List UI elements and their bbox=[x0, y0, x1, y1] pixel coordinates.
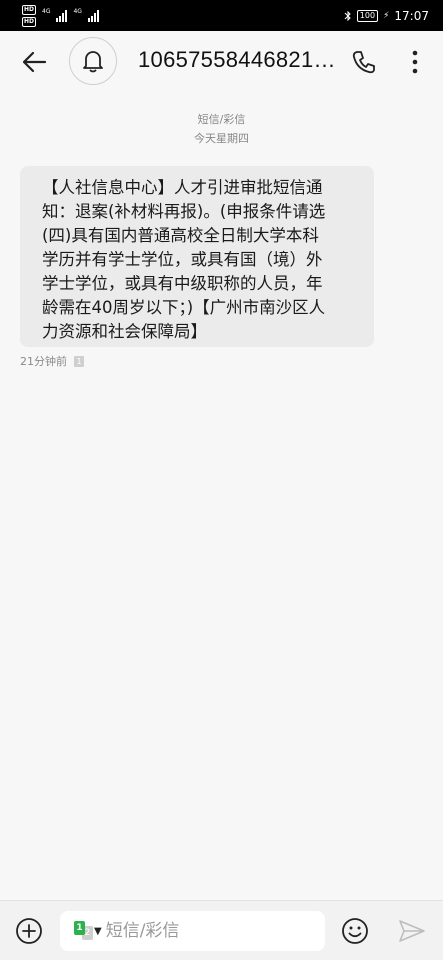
smiley-icon bbox=[342, 918, 368, 944]
arrow-left-icon bbox=[22, 51, 47, 73]
message-bubble[interactable]: 【人社信息中心】人才引进审批短信通 知：退案(补材料再报)。(申报条件请选 (四… bbox=[20, 166, 374, 347]
sim-1-icon: 1 bbox=[74, 921, 85, 935]
signal-icon bbox=[56, 9, 68, 22]
add-attachment-button[interactable] bbox=[15, 917, 43, 945]
sim-card-icon: 1 bbox=[74, 355, 84, 367]
send-icon bbox=[399, 920, 425, 942]
message-time: 21分钟前 bbox=[20, 355, 67, 368]
network-type-2: 4G bbox=[73, 7, 82, 15]
message-input[interactable] bbox=[105, 921, 296, 941]
message-input-box[interactable]: 2 1 ▼ bbox=[60, 911, 325, 951]
plus-circle-icon bbox=[16, 918, 42, 944]
message-line: 学士学位，或具有中级职称的人员，年 bbox=[42, 274, 323, 293]
contact-title[interactable]: 10657558446821… bbox=[138, 47, 338, 73]
composer-bar: 2 1 ▼ bbox=[0, 900, 443, 960]
dual-sim-icon: 2 1 bbox=[74, 921, 96, 941]
more-vertical-icon bbox=[412, 50, 418, 74]
network-type-1: 4G bbox=[42, 7, 51, 15]
message-line: 【人社信息中心】人才引进审批短信通 bbox=[42, 178, 323, 197]
back-button[interactable] bbox=[18, 46, 50, 78]
sim-selector[interactable]: 2 1 ▼ bbox=[74, 921, 102, 941]
message-type-label: 短信/彩信 bbox=[197, 113, 246, 126]
message-line: 知：退案(补材料再报)。(申报条件请选 bbox=[42, 202, 326, 221]
status-right: 100 ⚡ 17:07 bbox=[344, 9, 429, 23]
hd-icon: HD bbox=[22, 4, 37, 15]
hd-icon: HD bbox=[22, 16, 37, 27]
clock: 17:07 bbox=[394, 8, 429, 23]
phone-icon bbox=[352, 51, 375, 74]
emoji-button[interactable] bbox=[341, 917, 369, 945]
hd-indicators: HD HD bbox=[22, 4, 37, 27]
more-options-button[interactable] bbox=[403, 46, 427, 78]
battery-icon: 100 bbox=[356, 9, 379, 22]
message-line: 龄需在40周岁以下；)【广州市南沙区人 bbox=[42, 298, 326, 317]
status-bar: HD HD 4G 4G 100 ⚡ 17:07 bbox=[0, 0, 443, 31]
conversation-date-header: 短信/彩信 今天星期四 bbox=[0, 110, 443, 148]
charging-icon: ⚡ bbox=[383, 10, 390, 21]
message-line: 力资源和社会保障局】 bbox=[42, 322, 207, 341]
signal-icon bbox=[87, 9, 99, 22]
bluetooth-icon bbox=[344, 10, 351, 21]
app-bar: 10657558446821… bbox=[0, 31, 443, 91]
send-button[interactable] bbox=[398, 919, 426, 943]
message-line: (四)具有国内普通高校全日制大学本科 bbox=[42, 226, 319, 245]
date-label: 今天星期四 bbox=[194, 132, 249, 145]
notification-toggle-button[interactable] bbox=[69, 37, 117, 85]
bell-icon bbox=[83, 51, 103, 73]
message-line: 学历并有学士学位，或具有国（境）外 bbox=[42, 250, 323, 269]
status-left: HD HD 4G 4G bbox=[22, 4, 99, 27]
call-button[interactable] bbox=[349, 47, 379, 77]
message-meta: 21分钟前 1 bbox=[20, 353, 84, 369]
